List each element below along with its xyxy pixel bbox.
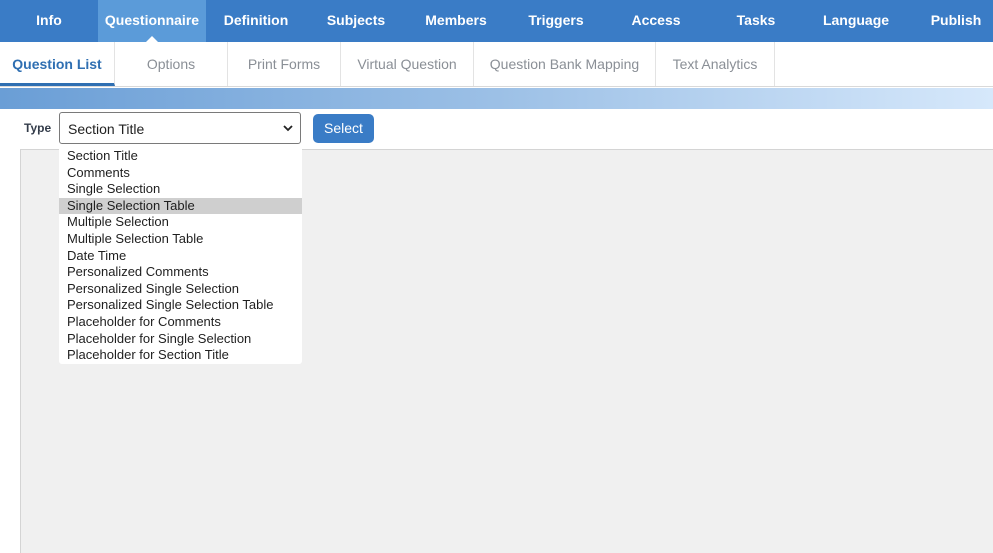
dropdown-option[interactable]: Multiple Selection Table: [59, 231, 302, 247]
tab-questionnaire[interactable]: Questionnaire: [98, 0, 206, 42]
subtab-question-bank-mapping[interactable]: Question Bank Mapping: [474, 42, 656, 86]
subtab-text-analytics[interactable]: Text Analytics: [656, 42, 775, 86]
dropdown-option[interactable]: Personalized Comments: [59, 264, 302, 280]
select-button[interactable]: Select: [313, 114, 374, 143]
type-label: Type: [24, 121, 52, 135]
dropdown-option[interactable]: Placeholder for Section Title: [59, 347, 302, 363]
tab-triggers[interactable]: Triggers: [506, 0, 606, 42]
tab-publish[interactable]: Publish: [906, 0, 993, 42]
dropdown-option[interactable]: Comments: [59, 165, 302, 181]
dropdown-option[interactable]: Single Selection: [59, 181, 302, 197]
chevron-down-icon: [283, 125, 293, 132]
tab-info[interactable]: Info: [0, 0, 98, 42]
subtab-question-list[interactable]: Question List: [0, 42, 115, 86]
dropdown-option[interactable]: Personalized Single Selection: [59, 281, 302, 297]
dropdown-option[interactable]: Placeholder for Single Selection: [59, 331, 302, 347]
subtab-print-forms[interactable]: Print Forms: [228, 42, 341, 86]
tab-subjects[interactable]: Subjects: [306, 0, 406, 42]
dropdown-option-highlighted[interactable]: Single Selection Table: [59, 198, 302, 214]
dropdown-option[interactable]: Section Title: [59, 148, 302, 164]
tab-members[interactable]: Members: [406, 0, 506, 42]
top-nav-bar: Info Questionnaire Definition Subjects M…: [0, 0, 993, 42]
sub-nav-bar: Question List Options Print Forms Virtua…: [0, 42, 993, 87]
tab-definition[interactable]: Definition: [206, 0, 306, 42]
tab-tasks[interactable]: Tasks: [706, 0, 806, 42]
subtab-options[interactable]: Options: [115, 42, 228, 86]
header-gradient-band: [0, 88, 993, 109]
dropdown-option[interactable]: Placeholder for Comments: [59, 314, 302, 330]
dropdown-option[interactable]: Personalized Single Selection Table: [59, 297, 302, 313]
type-select[interactable]: Section Title: [59, 112, 301, 144]
tab-language[interactable]: Language: [806, 0, 906, 42]
type-select-value: Section Title: [68, 121, 145, 137]
dropdown-option[interactable]: Multiple Selection: [59, 214, 302, 230]
subtab-virtual-question[interactable]: Virtual Question: [341, 42, 474, 86]
tab-access[interactable]: Access: [606, 0, 706, 42]
dropdown-option[interactable]: Date Time: [59, 248, 302, 264]
type-dropdown-list: Section Title Comments Single Selection …: [59, 148, 302, 364]
